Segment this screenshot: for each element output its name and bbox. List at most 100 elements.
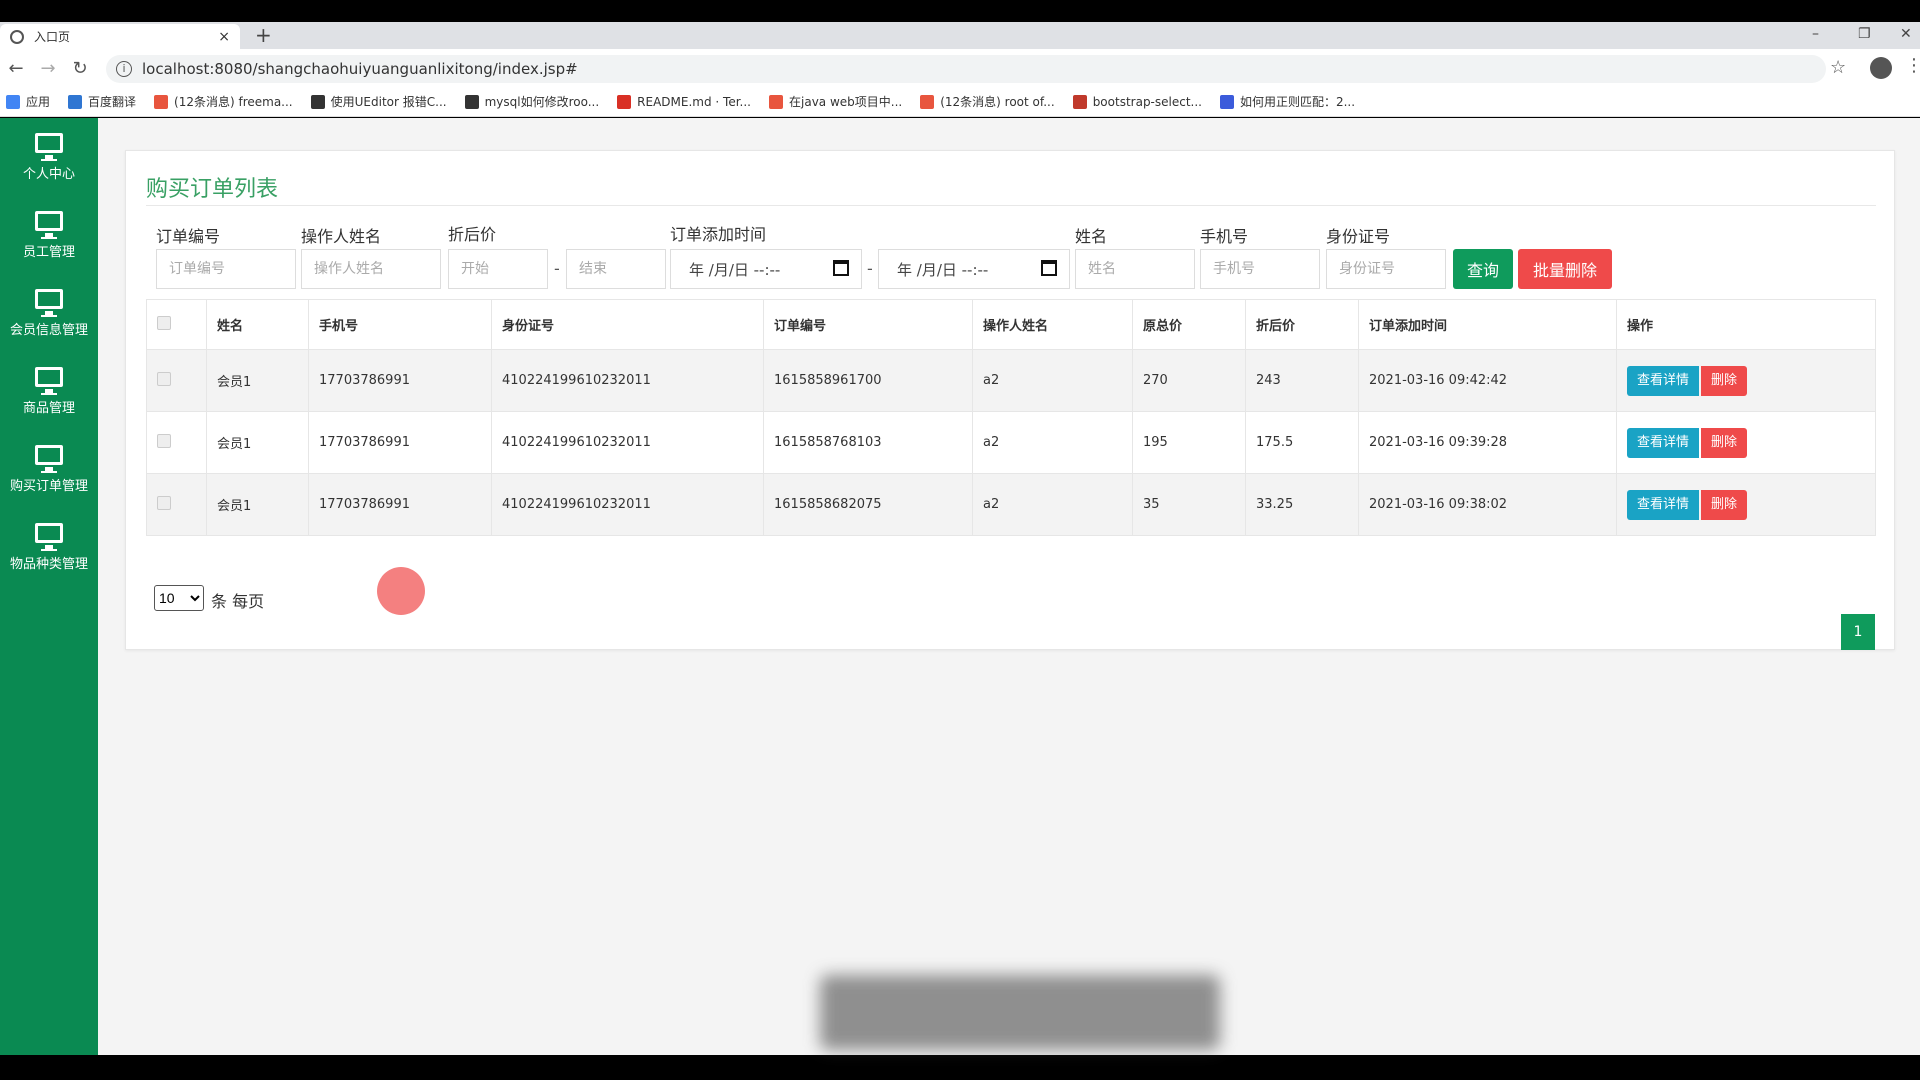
bookmark-label: README.md · Ter... — [637, 94, 751, 109]
app-area: 个人中心 员工管理 会员信息管理 商品管理 购买订单管理 物品种类管理 购买订单列表 订单… — [0, 118, 1920, 1055]
bookmark-item[interactable]: README.md · Ter... — [617, 94, 751, 109]
select-all-checkbox[interactable] — [157, 315, 171, 330]
tab-close-icon[interactable]: × — [218, 29, 230, 45]
bookmark-favicon-icon — [1219, 94, 1234, 109]
bookmark-item[interactable]: 使用UEditor 报错C... — [310, 93, 447, 110]
cell-total: 195 — [1132, 411, 1246, 474]
bookmark-item[interactable]: mysql如何修改roo... — [464, 93, 600, 110]
cell-operator: a2 — [972, 473, 1133, 536]
globe-icon — [10, 29, 24, 44]
view-detail-button[interactable]: 查看详情 — [1627, 489, 1700, 520]
idcard-input[interactable] — [1326, 249, 1446, 289]
row-checkbox[interactable] — [157, 495, 171, 510]
cell-discount: 243 — [1245, 349, 1359, 412]
bookmark-favicon-icon — [464, 94, 479, 109]
bookmark-favicon-icon — [617, 94, 632, 109]
table-row: 会员1 17703786991 410224199610232011 16158589… — [146, 349, 1876, 412]
window-close-button[interactable]: ✕ — [1900, 22, 1912, 49]
sidebar-item[interactable]: 员工管理 — [0, 196, 98, 274]
phone-input[interactable] — [1200, 249, 1320, 289]
col-actions: 操作 — [1616, 299, 1876, 350]
sidebar: 个人中心员工管理 会员信息管理商品管理购买订单管理物品种类管理 — [0, 118, 98, 1055]
cell-total: 270 — [1132, 349, 1246, 412]
col-total: 原总价 — [1132, 299, 1246, 350]
time-start-input[interactable]: 年 /月/日 --:-- — [670, 249, 862, 289]
sidebar-item[interactable]: 个人中心 — [0, 118, 98, 196]
address-bar[interactable]: i localhost:8080/shangchaohuiyuanguanlix… — [106, 55, 1826, 83]
delete-button[interactable]: 删除 — [1701, 365, 1748, 396]
row-checkbox[interactable] — [157, 433, 171, 448]
window-minimize-button[interactable]: – — [1812, 22, 1819, 49]
delete-button[interactable]: 删除 — [1701, 427, 1748, 458]
discount-start-input[interactable] — [448, 249, 548, 289]
bookmark-star-icon[interactable]: ☆ — [1830, 57, 1846, 78]
cell-name: 会员1 — [206, 411, 309, 474]
sidebar-item-label: 商品管理 — [22, 400, 75, 416]
col-idcard: 身份证号 — [491, 299, 764, 350]
sidebar-item[interactable]: 商品管理 — [0, 352, 98, 430]
cell-idcard: 410224199610232011 — [491, 411, 764, 474]
bookmark-item[interactable]: 如何用正则匹配：2... — [1219, 93, 1356, 110]
back-arrow-icon[interactable]: ← — [0, 58, 32, 79]
operator-label: 操作人姓名 — [301, 227, 382, 246]
bookmark-label: 如何用正则匹配：2... — [1239, 95, 1356, 109]
order-no-input[interactable] — [156, 249, 296, 289]
window-maximize-button[interactable]: ❐ — [1858, 22, 1871, 49]
monitor-icon — [35, 522, 63, 551]
bookmark-label: bootstrap-select... — [1092, 94, 1202, 109]
page-button-current[interactable]: 1 — [1841, 614, 1875, 650]
query-button[interactable]: 查询 — [1453, 249, 1513, 289]
operator-input[interactable] — [301, 249, 441, 289]
order-table: 姓名 手机号 身份证号 订单编号 操作人姓名 原总价 折后价 订单添加时间 操作… — [146, 299, 1876, 536]
col-operator: 操作人姓名 — [972, 299, 1133, 350]
new-tab-button[interactable]: + — [255, 22, 272, 49]
page-size-suffix: 条 每页 — [211, 592, 265, 611]
time-end-input[interactable]: 年 /月/日 --:-- — [878, 249, 1070, 289]
col-order-no: 订单编号 — [763, 299, 973, 350]
row-checkbox[interactable] — [157, 371, 171, 386]
time-label: 订单添加时间 — [670, 225, 767, 244]
reload-icon[interactable]: ↻ — [64, 58, 96, 79]
bookmark-favicon-icon — [68, 94, 83, 109]
sidebar-item[interactable]: 购买订单管理 — [0, 430, 98, 508]
sidebar-item-label: 购买订单管理 — [9, 478, 88, 494]
bookmark-item[interactable]: (12条消息) freema... — [154, 93, 293, 110]
name-input[interactable] — [1075, 249, 1195, 289]
bookmark-item[interactable]: 应用 — [6, 93, 50, 110]
delete-button[interactable]: 删除 — [1701, 489, 1748, 520]
table-row: 会员1 17703786991 410224199610232011 16158587… — [146, 411, 1876, 474]
browser-toolbar: ← → ↻ i localhost:8080/shangchaohuiyuang… — [0, 49, 1920, 87]
cell-time: 2021-03-16 09:38:02 — [1358, 473, 1617, 536]
sidebar-item-label: 个人中心 — [22, 166, 75, 182]
discount-end-input[interactable] — [566, 249, 666, 289]
bookmark-item[interactable]: bootstrap-select... — [1072, 94, 1202, 109]
cell-actions: 查看详情 删除 — [1616, 411, 1876, 474]
bookmark-item[interactable]: 在java web项目中... — [769, 93, 902, 110]
batch-delete-button[interactable]: 批量删除 — [1518, 249, 1612, 289]
bookmark-label: 应用 — [26, 95, 51, 109]
account-avatar-icon[interactable] — [1870, 57, 1892, 79]
bookmark-label: 使用UEditor 报错C... — [330, 95, 447, 109]
col-phone: 手机号 — [308, 299, 492, 350]
order-no-label: 订单编号 — [156, 227, 221, 246]
bookmark-label: mysql如何修改roo... — [484, 95, 600, 109]
sidebar-item[interactable]: 会员信息管理 — [0, 274, 98, 352]
view-detail-button[interactable]: 查看详情 — [1627, 365, 1700, 396]
calendar-icon[interactable] — [1041, 260, 1057, 276]
info-icon[interactable]: i — [116, 61, 132, 77]
forward-arrow-icon[interactable]: → — [32, 58, 64, 79]
calendar-icon[interactable] — [833, 260, 849, 276]
cell-phone: 17703786991 — [308, 349, 492, 412]
browser-menu-icon[interactable]: ⋮ — [1905, 55, 1920, 76]
bookmark-favicon-icon — [310, 94, 325, 109]
page-size-select[interactable]: 10 — [154, 585, 204, 611]
col-discount: 折后价 — [1245, 299, 1359, 350]
bookmark-item[interactable]: 百度翻译 — [68, 93, 136, 110]
sidebar-item[interactable]: 物品种类管理 — [0, 508, 98, 586]
bookmark-label: 在java web项目中... — [789, 95, 903, 109]
monitor-icon — [35, 132, 63, 161]
browser-tab[interactable]: 入口页 × — [0, 24, 240, 49]
bookmark-item[interactable]: (12条消息) root of... — [920, 93, 1055, 110]
view-detail-button[interactable]: 查看详情 — [1627, 427, 1700, 458]
cell-discount: 175.5 — [1245, 411, 1359, 474]
